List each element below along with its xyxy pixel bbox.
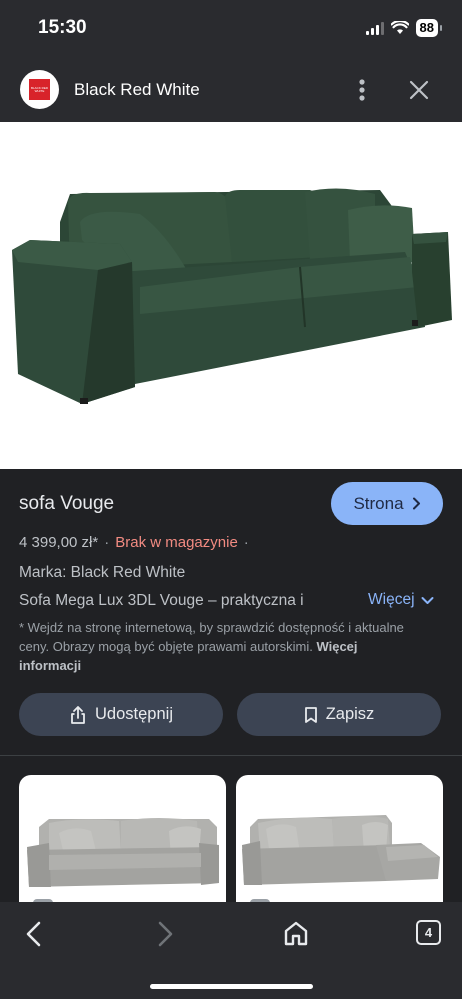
home-icon[interactable]: [282, 919, 310, 947]
stock-status: Brak w magazynie: [115, 534, 238, 551]
chevron-down-icon: [421, 596, 434, 604]
more-vert-icon[interactable]: [350, 76, 374, 104]
related-product-card[interactable]: [19, 775, 226, 910]
status-time: 15:30: [38, 17, 87, 38]
site-logo[interactable]: BLACK RED WHITE: [20, 70, 59, 109]
forward-icon[interactable]: [152, 920, 178, 948]
status-icons: 88: [365, 19, 443, 37]
save-button[interactable]: Zapisz: [237, 693, 441, 736]
visit-site-label: Strona: [353, 493, 404, 513]
separator-dot: ·: [104, 534, 110, 551]
bookmark-icon: [304, 706, 317, 723]
product-title: sofa Vouge: [19, 493, 115, 514]
bottom-nav: 4: [0, 902, 462, 999]
status-bar: 15:30 88: [0, 0, 462, 58]
back-icon[interactable]: [22, 920, 48, 948]
share-icon: [71, 705, 85, 724]
related-product-card[interactable]: [236, 775, 443, 910]
logo-text: BLACK RED WHITE: [30, 85, 48, 93]
panel-header: BLACK RED WHITE Black Red White: [0, 58, 462, 122]
sofa-image: [12, 188, 452, 404]
brand-label: Marka: Black Red White: [19, 564, 186, 581]
grey-sofa-image: [27, 818, 219, 910]
signal-icon: [365, 21, 384, 35]
battery-indicator: 88: [415, 19, 443, 37]
more-label: Więcej: [368, 591, 415, 608]
share-label: Udostępnij: [95, 705, 173, 723]
save-label: Zapisz: [325, 705, 375, 723]
product-price: 4 399,00 zł*: [19, 534, 99, 551]
share-button[interactable]: Udostępnij: [19, 693, 223, 736]
visit-site-button[interactable]: Strona: [331, 482, 443, 525]
tabs-button[interactable]: 4: [416, 920, 441, 945]
home-indicator: [150, 984, 313, 989]
section-divider: [0, 755, 462, 756]
close-icon[interactable]: [405, 76, 433, 104]
product-description: Sofa Mega Lux 3DL Vouge – praktyczna i: [19, 592, 304, 609]
chevron-right-icon: [412, 497, 420, 510]
more-link[interactable]: Więcej: [368, 591, 434, 609]
site-name[interactable]: Black Red White: [74, 80, 200, 100]
disclaimer: * Wejdź na stronę internetową, by sprawd…: [19, 618, 419, 675]
separator-dot: ·: [243, 534, 249, 551]
product-image[interactable]: [0, 122, 462, 469]
price-row: 4 399,00 zł* · Brak w magazynie ·: [19, 534, 255, 551]
brand-logo-mark: BLACK RED WHITE: [29, 79, 50, 100]
wifi-icon: [390, 21, 409, 34]
tabs-count: 4: [424, 925, 433, 940]
grey-corner-sofa-image: [242, 815, 440, 910]
